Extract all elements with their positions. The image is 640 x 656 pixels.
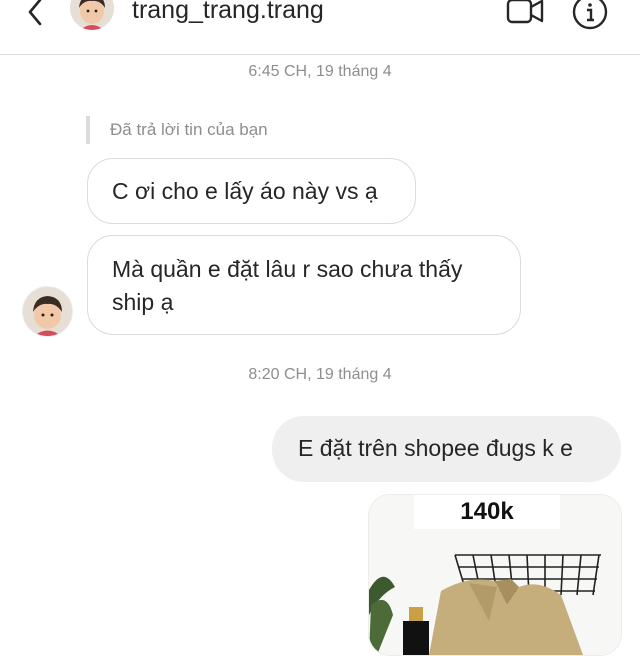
header-avatar[interactable]	[70, 0, 114, 30]
chevron-left-icon	[28, 0, 42, 26]
reply-indicator: Đã trả lời tin của bạn	[86, 116, 268, 144]
chat-header: trang_trang.trang	[0, 0, 640, 55]
info-button[interactable]	[570, 0, 610, 32]
message-text-line: ship ạ	[112, 289, 174, 315]
sender-avatar[interactable]	[22, 286, 73, 337]
message-timestamp: 8:20 CH, 19 tháng 4	[248, 366, 392, 383]
message-text: C ơi cho e lấy áo này vs ạ	[112, 178, 378, 204]
message-text: E đặt trên shopee đugs k e	[298, 435, 573, 461]
outgoing-message[interactable]: E đặt trên shopee đugs k e	[272, 416, 621, 482]
message-timestamp: 6:45 CH, 19 tháng 4	[248, 63, 392, 80]
header-username[interactable]: trang_trang.trang	[132, 0, 324, 25]
shared-photo-message[interactable]: 140k	[368, 494, 622, 656]
incoming-message[interactable]: Mà quần e đặt lâu r sao chưa thấy ship ạ	[87, 235, 521, 335]
back-button[interactable]	[18, 0, 54, 34]
price-label: 140k	[414, 495, 560, 529]
info-icon	[572, 0, 608, 30]
video-call-button[interactable]	[503, 0, 547, 30]
video-camera-icon	[506, 0, 544, 24]
incoming-message[interactable]: C ơi cho e lấy áo này vs ạ	[87, 158, 416, 224]
message-text-line: Mà quần e đặt lâu r sao chưa thấy	[112, 256, 463, 282]
